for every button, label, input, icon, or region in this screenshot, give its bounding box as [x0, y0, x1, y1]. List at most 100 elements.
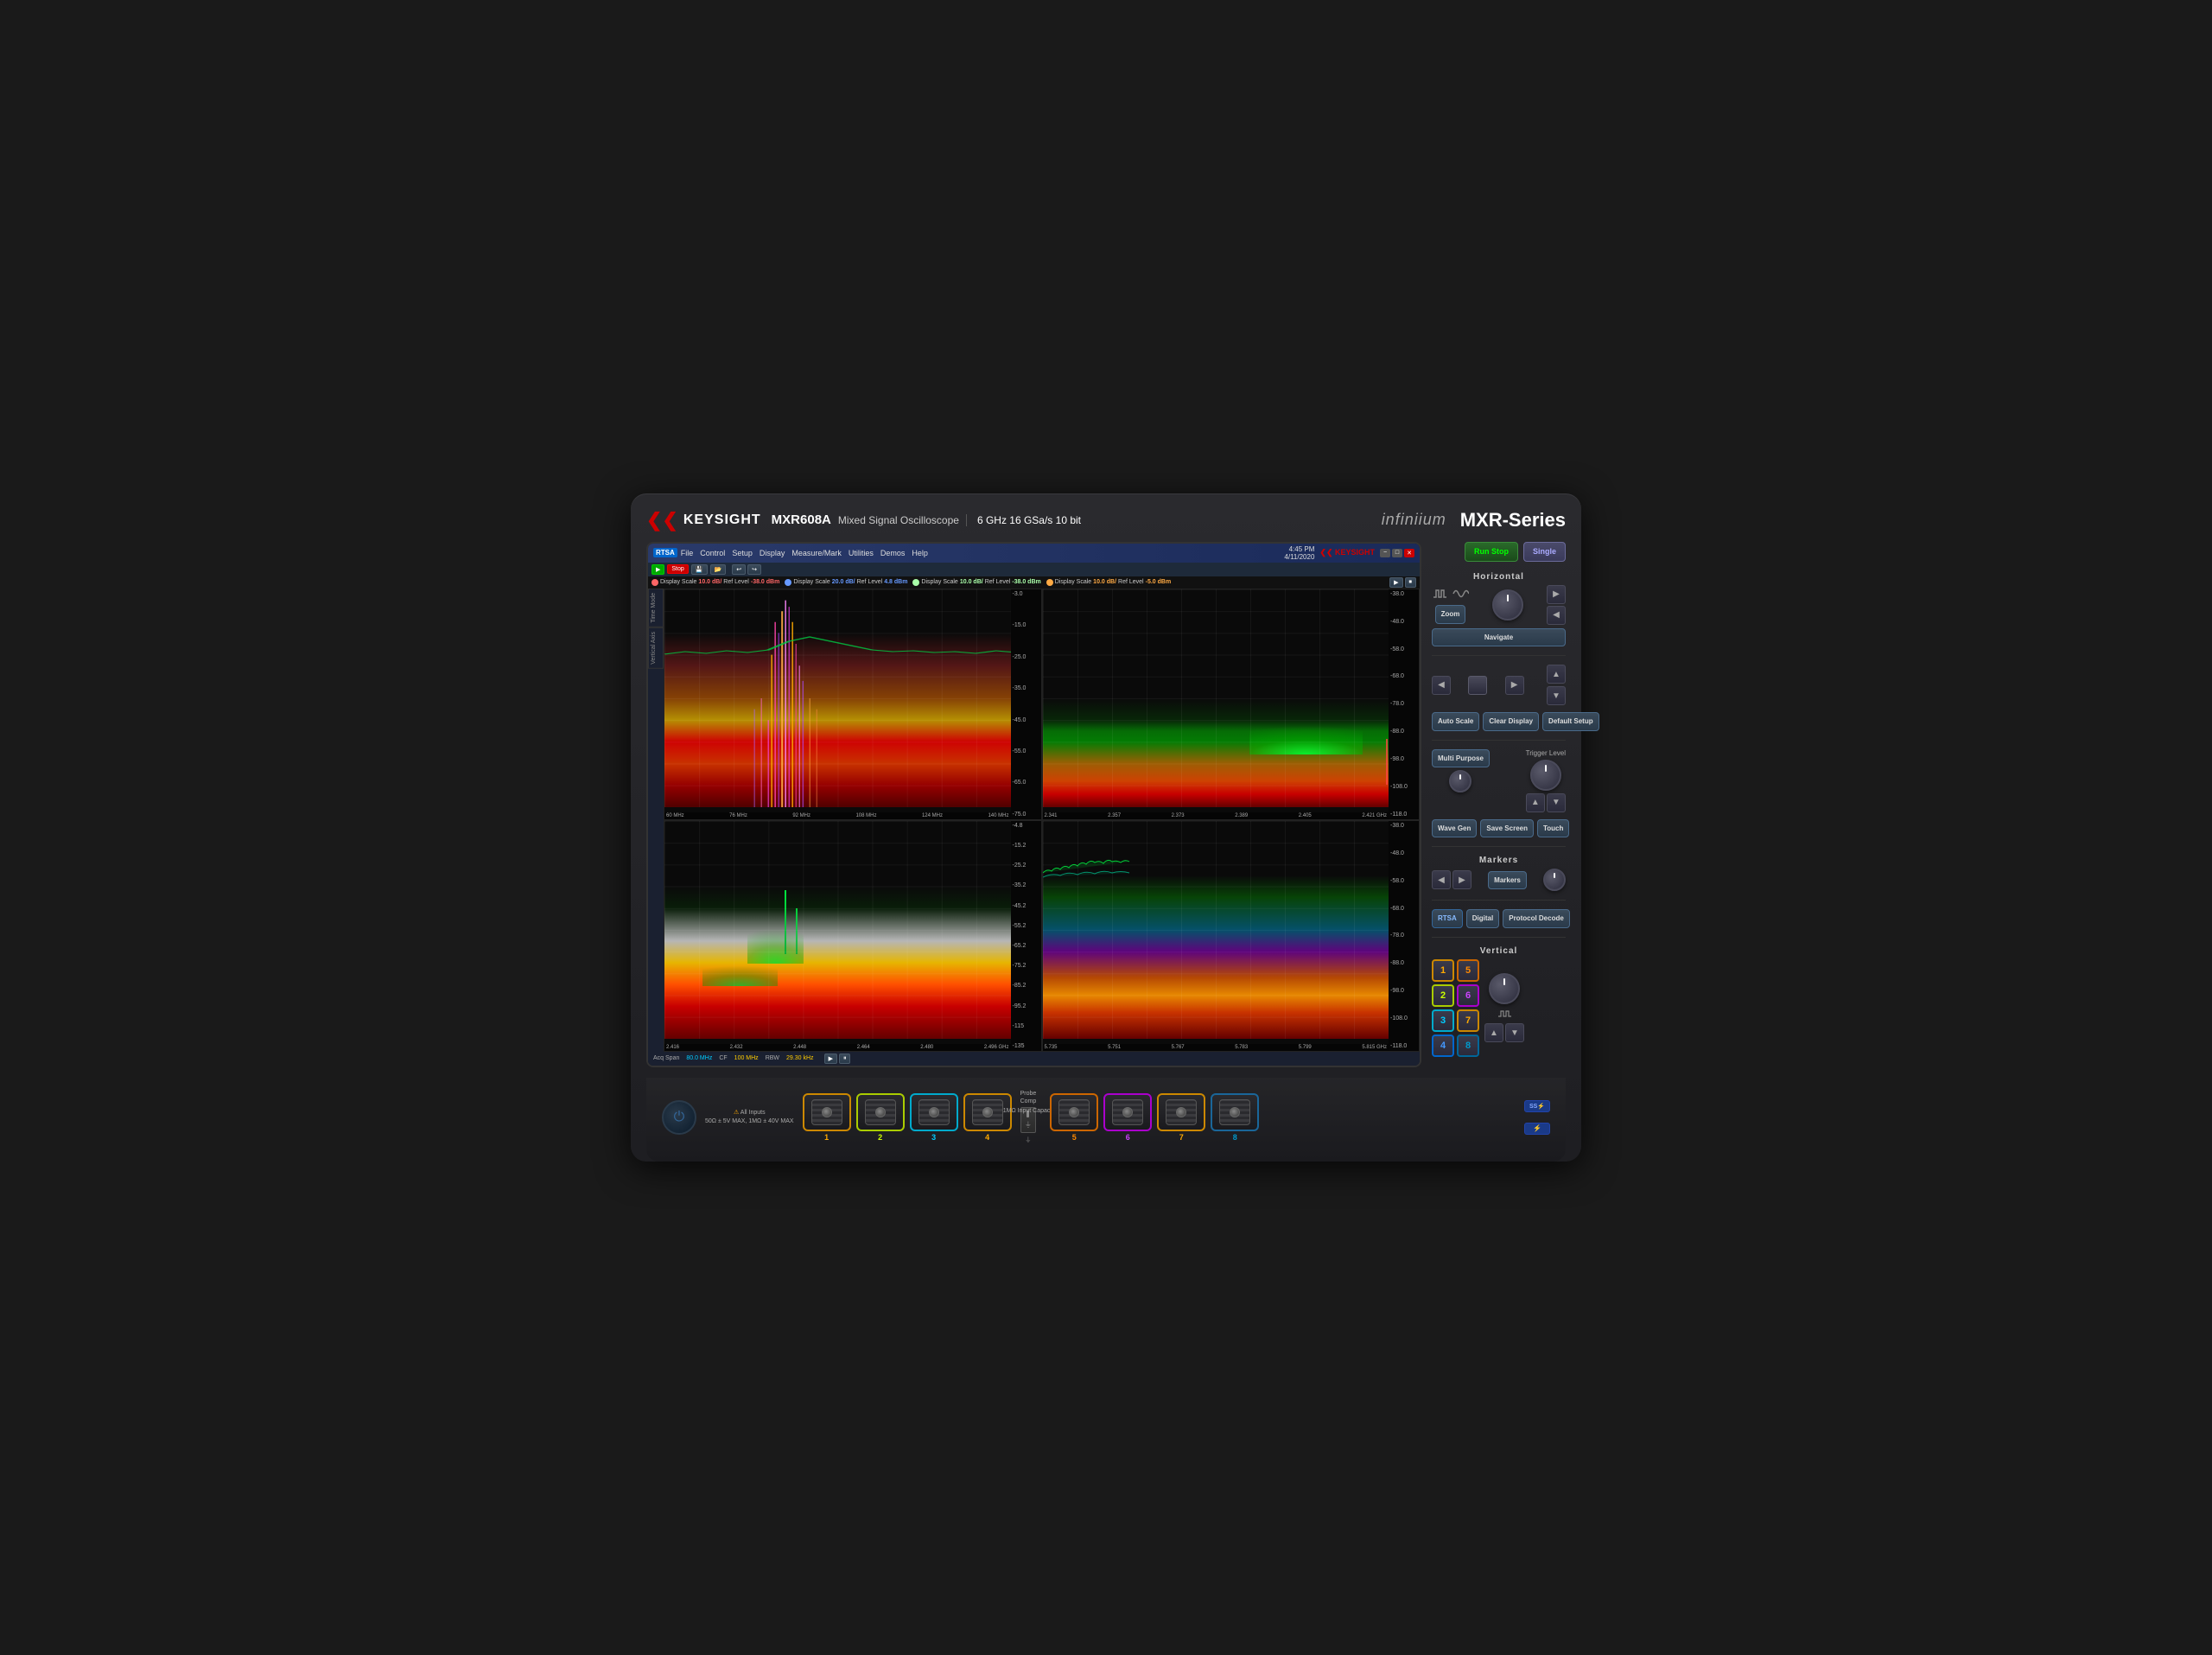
vertical-axis-label[interactable]: Vertical Axis	[648, 627, 664, 669]
sep4	[1432, 900, 1566, 901]
default-setup-button[interactable]: Default Setup	[1542, 712, 1599, 731]
touch-button[interactable]: Touch	[1537, 819, 1569, 838]
channel-7-button[interactable]: 7	[1457, 1009, 1479, 1032]
vertical-up-arrow[interactable]: ▲	[1484, 1023, 1503, 1042]
channel-5-button[interactable]: 5	[1457, 959, 1479, 982]
toolbar-undo-button[interactable]: ↩	[732, 564, 746, 575]
wavegen-row: Wave Gen Save Screen Touch	[1432, 819, 1566, 838]
markers-knob[interactable]	[1543, 869, 1566, 891]
zoom-button[interactable]: Zoom	[1435, 605, 1466, 624]
main-content: RTSA File Control Setup Display Measure/…	[646, 542, 1566, 1067]
markers-right-arrow[interactable]: ▶	[1452, 870, 1471, 889]
ch2-ref-label: Ref Level	[857, 579, 883, 585]
markers-control-group: Markers ◀ ▶ Markers	[1432, 856, 1566, 891]
ch2-info: Display Scale 20.0 dB/ Ref Level 4.8 dBm	[785, 579, 907, 586]
bnc-ch8-inner	[1219, 1099, 1250, 1125]
panel2-grid	[1043, 589, 1389, 807]
vertical-scale-knob[interactable]	[1489, 973, 1520, 1004]
channel-6-button[interactable]: 6	[1457, 984, 1479, 1007]
trigger-down-arrow[interactable]: ▼	[1547, 793, 1566, 812]
channel-1-button[interactable]: 1	[1432, 959, 1454, 982]
bnc-ch2-connector[interactable]	[856, 1093, 905, 1131]
window-minimize-button[interactable]: −	[1380, 549, 1390, 557]
nav-left-arrow[interactable]: ◀	[1432, 676, 1451, 695]
trigger-level-knob[interactable]	[1530, 760, 1561, 791]
channel-2-button[interactable]: 2	[1432, 984, 1454, 1007]
bnc-ch7: 7	[1157, 1093, 1205, 1142]
rbw-play-button[interactable]: ▶	[824, 1053, 837, 1064]
ch2-scale-label: Display Scale	[793, 579, 830, 585]
usb-port-bottom[interactable]: ⚡	[1524, 1123, 1550, 1135]
bnc-ch1-label: 1	[824, 1133, 829, 1142]
bnc-ch5-connector[interactable]	[1050, 1093, 1098, 1131]
ch3-ref-value: -38.0 dBm	[1012, 579, 1040, 585]
toolbar-save-button[interactable]: 💾	[691, 564, 708, 575]
bnc-ch3-connector[interactable]	[910, 1093, 958, 1131]
toolbar-redo-button[interactable]: ↪	[747, 564, 761, 575]
channel-4-button[interactable]: 4	[1432, 1034, 1454, 1057]
bnc-ch1-inner	[811, 1099, 842, 1125]
bnc-ch7-inner	[1166, 1099, 1197, 1125]
save-screen-button[interactable]: Save Screen	[1480, 819, 1534, 838]
navigate-button[interactable]: Navigate	[1432, 628, 1566, 647]
trigger-up-arrow[interactable]: ▲	[1526, 793, 1545, 812]
menu-measure[interactable]: Measure/Mark	[791, 549, 842, 557]
menu-file[interactable]: File	[681, 549, 694, 557]
stop-icon-btn[interactable]: ⏹	[1405, 577, 1417, 588]
protocol-decode-button[interactable]: Protocol Decode	[1503, 909, 1570, 928]
bnc-ch8-label: 8	[1233, 1133, 1237, 1142]
multi-purpose-button[interactable]: Multi Purpose	[1432, 749, 1490, 768]
single-button[interactable]: Single	[1523, 542, 1566, 562]
panel3-y-axis: -4.8-15.2-25.2-35.2-45.2-55.2-65.2-75.2-…	[1011, 821, 1041, 1051]
menu-display[interactable]: Display	[760, 549, 785, 557]
auto-scale-button[interactable]: Auto Scale	[1432, 712, 1479, 731]
ch3-color-dot	[912, 579, 919, 586]
horizontal-scale-knob[interactable]	[1492, 589, 1523, 621]
spectrum-panel-2: -38.0-48.0-58.0-68.0-78.0-88.0-98.0-108.…	[1042, 589, 1421, 820]
rbw-label: RBW	[766, 1055, 779, 1061]
play-icon-btn[interactable]: ▶	[1389, 577, 1402, 588]
run-stop-button[interactable]: Run Stop	[1465, 542, 1518, 562]
rbw-value: 29.30 kHz	[786, 1055, 814, 1061]
rbw-pause-button[interactable]: ⏸	[839, 1053, 851, 1064]
channel-8-button[interactable]: 8	[1457, 1034, 1479, 1057]
usb3-port-top[interactable]: SS⚡	[1524, 1100, 1550, 1112]
bnc-ch1-connector[interactable]	[803, 1093, 851, 1131]
bnc-ch6-connector[interactable]	[1103, 1093, 1152, 1131]
multi-purpose-knob[interactable]	[1449, 770, 1471, 792]
menu-demos[interactable]: Demos	[880, 549, 906, 557]
menu-utilities[interactable]: Utilities	[849, 549, 874, 557]
channel-3-button[interactable]: 3	[1432, 1009, 1454, 1032]
bnc-ch4-inner	[972, 1099, 1003, 1125]
clear-display-button[interactable]: Clear Display	[1483, 712, 1539, 731]
markers-left-arrow[interactable]: ◀	[1432, 870, 1451, 889]
bnc-ch8-connector[interactable]	[1211, 1093, 1259, 1131]
toolbar-stop-button[interactable]: Stop	[667, 564, 688, 574]
nav-up-arrow[interactable]: ▲	[1547, 665, 1566, 684]
digital-button[interactable]: Digital	[1466, 909, 1499, 928]
vertical-down-arrow[interactable]: ▼	[1505, 1023, 1524, 1042]
power-button[interactable]: ⏻	[662, 1100, 696, 1135]
toolbar-run-button[interactable]: ▶	[652, 564, 664, 575]
sep5	[1432, 937, 1566, 938]
wave-gen-button[interactable]: Wave Gen	[1432, 819, 1477, 838]
bnc-ch7-connector[interactable]	[1157, 1093, 1205, 1131]
toolbar-right-icons: ▶ ⏹	[1389, 577, 1416, 588]
window-maximize-button[interactable]: □	[1392, 549, 1402, 557]
nav-right-arrow[interactable]: ▶	[1505, 676, 1524, 695]
window-close-button[interactable]: ✕	[1404, 549, 1414, 557]
ch1-info: Display Scale 10.0 dB/ Ref Level -38.0 d…	[652, 579, 779, 586]
nav-center-button[interactable]	[1468, 676, 1487, 695]
menu-control[interactable]: Control	[700, 549, 725, 557]
menu-help[interactable]: Help	[912, 549, 928, 557]
horizontal-right-arrow[interactable]: ▶	[1547, 585, 1566, 604]
rtsa-button[interactable]: RTSA	[1432, 909, 1463, 928]
markers-button[interactable]: Markers	[1488, 871, 1527, 890]
horizontal-left-arrow[interactable]: ◀	[1547, 606, 1566, 625]
nav-down-arrow[interactable]: ▼	[1547, 686, 1566, 705]
menu-setup[interactable]: Setup	[732, 549, 753, 557]
toolbar-open-button[interactable]: 📂	[710, 564, 727, 575]
keysight-chevron-icon: ❮❮	[646, 511, 678, 530]
bnc-ch4: 4	[963, 1093, 1012, 1142]
time-mode-label[interactable]: Time Mode	[648, 589, 664, 627]
